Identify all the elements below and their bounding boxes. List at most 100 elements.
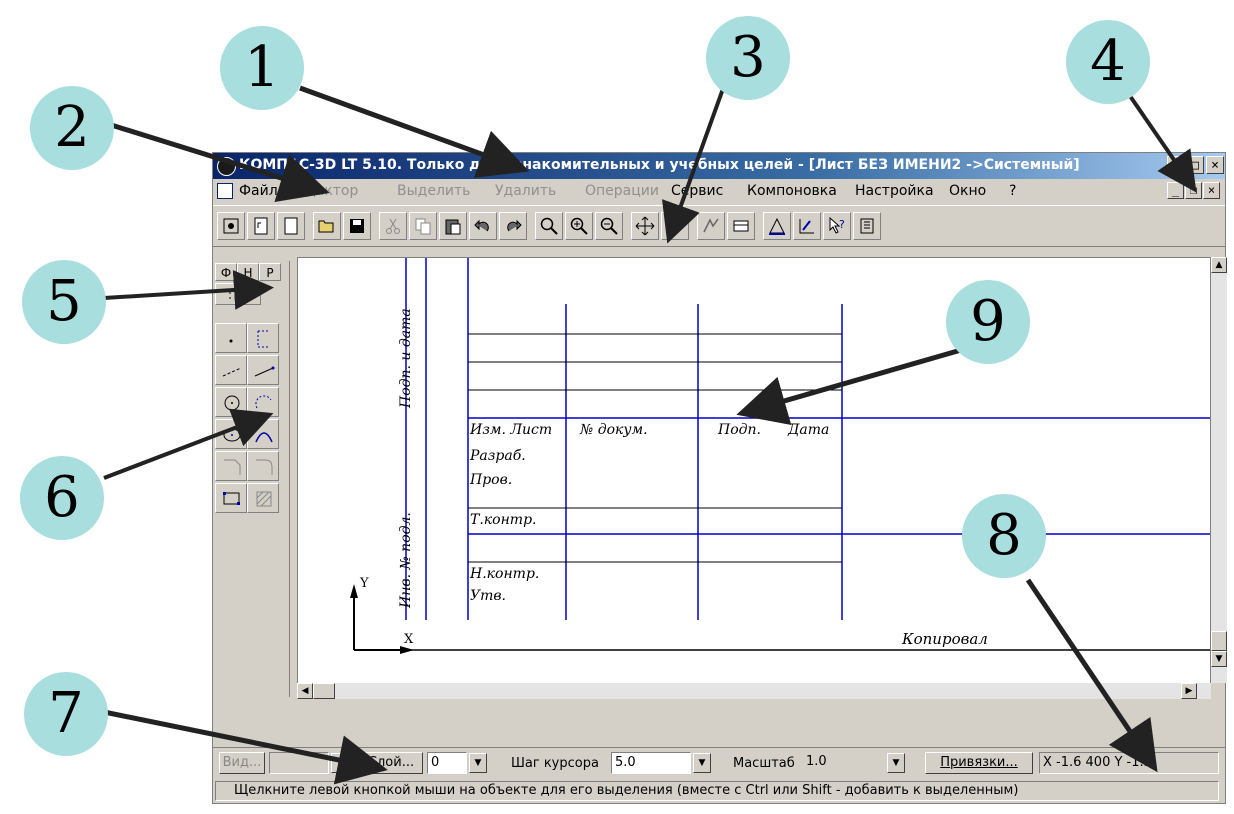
scroll-up-button[interactable]: ▲ xyxy=(1211,257,1227,273)
arc-tool[interactable] xyxy=(247,387,279,417)
stamp-label-podp: Подп. xyxy=(718,422,761,438)
redo-button[interactable] xyxy=(499,212,527,240)
ellipse-tool[interactable] xyxy=(215,419,247,449)
tool-panel: Ф Н Р xyxy=(213,261,290,697)
svg-text:?: ? xyxy=(839,218,845,231)
scroll-left-button[interactable]: ◀ xyxy=(297,683,313,699)
drawing-lines xyxy=(350,258,1210,654)
menu-file[interactable]: Файл xyxy=(239,183,278,199)
view-field[interactable] xyxy=(269,752,329,774)
cut-button[interactable] xyxy=(379,212,407,240)
undo-button[interactable] xyxy=(469,212,497,240)
stamp-label-izm-list: Изм. Лист xyxy=(470,422,553,438)
zoom-window-button[interactable] xyxy=(535,212,563,240)
tab-editing[interactable]: Р xyxy=(259,263,281,281)
callout-2: 2 xyxy=(30,86,114,170)
stamp-label-utv: Утв. xyxy=(470,588,506,604)
fillet-tool[interactable] xyxy=(247,451,279,481)
minimize-button[interactable]: _ xyxy=(1167,156,1185,174)
drawing-canvas[interactable]: Подп. и дата Инв. № подл. Изм. Лист № до… xyxy=(297,257,1211,685)
view-dropdown-button[interactable]: ▼ xyxy=(331,753,349,773)
layer-button[interactable]: Слой... xyxy=(359,752,423,774)
chamfer-tool[interactable] xyxy=(215,451,247,481)
menu-editor[interactable]: Редактор xyxy=(289,183,358,199)
menu-help[interactable]: ? xyxy=(1009,183,1016,199)
maximize-button[interactable]: □ xyxy=(1186,156,1204,174)
rectangle-tool[interactable] xyxy=(215,483,247,513)
scroll-thumb-v[interactable] xyxy=(1211,631,1227,651)
axis-x-label: X xyxy=(404,632,414,647)
auxiliary-line-tool[interactable] xyxy=(247,323,279,353)
refresh-button[interactable] xyxy=(697,212,725,240)
library-button[interactable] xyxy=(853,212,881,240)
stamp-label-razrab: Разраб. xyxy=(470,448,526,464)
segment-tool[interactable] xyxy=(215,355,247,385)
cursor-step-dropdown-button[interactable]: ▼ xyxy=(693,753,711,773)
scale-field[interactable]: 1.0 xyxy=(803,752,885,774)
copy-button[interactable] xyxy=(409,212,437,240)
vertical-scrollbar[interactable]: ▲ ▼ xyxy=(1211,257,1227,683)
zoom-out-button[interactable] xyxy=(595,212,623,240)
point-tool[interactable] xyxy=(215,323,247,353)
paste-button[interactable] xyxy=(439,212,467,240)
doc-minimize-button[interactable]: _ xyxy=(1167,182,1184,199)
main-toolbar: ? xyxy=(213,205,1225,247)
scroll-down-button[interactable]: ▼ xyxy=(1211,651,1227,667)
menu-service[interactable]: Сервис xyxy=(671,183,723,199)
stamp-label-tkontr: Т.контр. xyxy=(470,512,537,528)
zoom-in-button[interactable] xyxy=(565,212,593,240)
status-hint: Щелкните левой кнопкой мыши на объекте д… xyxy=(215,781,1219,801)
menu-delete[interactable]: Удалить xyxy=(495,183,556,199)
stamp-label-n-dokum: № докум. xyxy=(580,422,648,438)
layer-field[interactable]: 0 xyxy=(427,752,467,774)
view-button[interactable]: Вид... xyxy=(219,752,265,774)
grid-toggle-button[interactable] xyxy=(215,283,261,305)
hatch-tool[interactable] xyxy=(247,483,279,513)
stamp-label-inv-podl: Инв. № подл. xyxy=(398,512,414,608)
stamp-label-podp-data: Подп. и дата xyxy=(398,308,414,408)
layers-button[interactable] xyxy=(727,212,755,240)
context-help-button[interactable]: ? xyxy=(823,212,851,240)
spline-tool[interactable] xyxy=(247,419,279,449)
layer-dropdown-button[interactable]: ▼ xyxy=(469,753,487,773)
doc-close-button[interactable]: × xyxy=(1203,182,1220,199)
stamp-label-data: Дата xyxy=(788,422,830,438)
callout-5: 5 xyxy=(22,260,106,344)
menu-window[interactable]: Окно xyxy=(949,183,986,199)
document-icon[interactable] xyxy=(217,183,233,199)
properties-button[interactable] xyxy=(793,212,821,240)
app-icon[interactable] xyxy=(217,157,236,176)
show-all-button[interactable] xyxy=(661,212,689,240)
menu-settings[interactable]: Настройка xyxy=(855,183,934,199)
title-bar[interactable]: КОМПАС-3D LT 5.10. Только для ознакомите… xyxy=(213,153,1225,179)
new-drawing-button[interactable] xyxy=(217,212,245,240)
save-button[interactable] xyxy=(343,212,371,240)
doc-restore-button[interactable]: ❐ xyxy=(1185,182,1202,199)
menu-operations[interactable]: Операции xyxy=(585,183,659,199)
cursor-step-field[interactable]: 5.0 xyxy=(611,752,691,774)
stamp-label-nkontr: Н.контр. xyxy=(470,566,540,582)
line-tool[interactable] xyxy=(247,355,279,385)
circle-tool[interactable] xyxy=(215,387,247,417)
new-fragment-button[interactable] xyxy=(247,212,275,240)
stamp-label-prov: Пров. xyxy=(470,472,513,488)
snaps-button[interactable]: Привязки... xyxy=(925,752,1033,774)
window-title: КОМПАС-3D LT 5.10. Только для ознакомите… xyxy=(239,157,1080,173)
scale-dropdown-button[interactable]: ▼ xyxy=(887,753,905,773)
axis-y-label: Y xyxy=(360,576,369,591)
cursor-step-label: Шаг курсора xyxy=(511,756,599,771)
horizontal-scrollbar[interactable]: ◀ ▶ xyxy=(297,683,1211,699)
pan-button[interactable] xyxy=(631,212,659,240)
measure-button[interactable] xyxy=(763,212,791,240)
close-button[interactable]: × xyxy=(1206,156,1224,174)
scroll-thumb-h[interactable] xyxy=(313,683,335,699)
stamp-label-kopiroval: Копировал xyxy=(902,630,988,648)
menu-layout[interactable]: Компоновка xyxy=(747,183,837,199)
scroll-right-button[interactable]: ▶ xyxy=(1181,683,1197,699)
menu-select[interactable]: Выделить xyxy=(397,183,470,199)
open-button[interactable] xyxy=(313,212,341,240)
scale-label: Масштаб xyxy=(733,756,795,771)
new-document-button[interactable] xyxy=(277,212,305,240)
tab-dimensions[interactable]: Н xyxy=(237,263,259,281)
tab-geometry[interactable]: Ф xyxy=(215,263,237,281)
